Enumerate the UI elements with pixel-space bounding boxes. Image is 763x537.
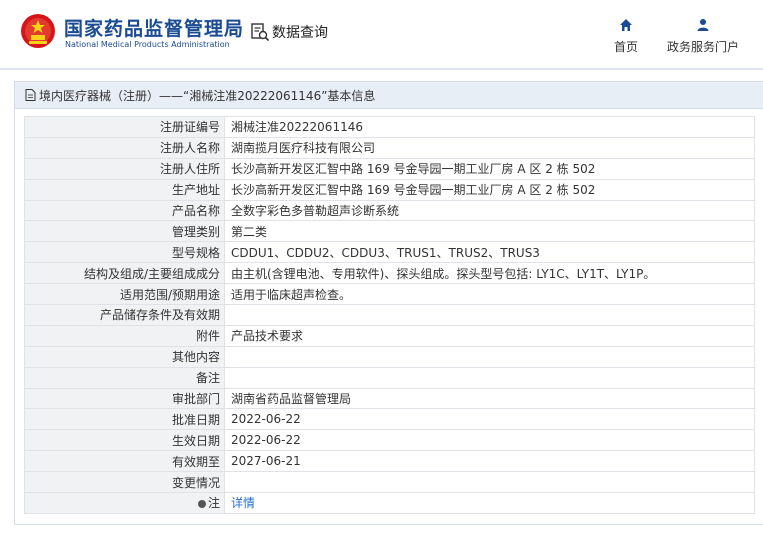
field-value xyxy=(224,345,755,368)
table-row: 生效日期 2022-06-22 xyxy=(24,429,755,452)
field-label: 变更情况 xyxy=(24,471,225,494)
header-divider xyxy=(0,68,763,70)
pin-icon xyxy=(197,499,206,508)
field-value: 全数字彩色多普勒超声诊断系统 xyxy=(224,199,755,222)
panel-header: 境内医疗器械（注册）——“湘械注准20222061146”基本信息 xyxy=(15,82,763,109)
table-row: 型号规格 CDDU1、CDDU2、CDDU3、TRUS1、TRUS2、TRUS3 xyxy=(24,241,755,264)
site-title: 国家药品监督管理局 xyxy=(64,18,245,40)
table-row: 管理类别 第二类 xyxy=(24,220,755,243)
note-label: 注 xyxy=(207,496,220,511)
field-value: 由主机(含锂电池、专用软件)、探头组成。探头型号包括: LY1C、LY1T、LY… xyxy=(224,262,755,285)
field-value: 适用于临床超声检查。 xyxy=(224,283,755,306)
nav-portal-label: 政务服务门户 xyxy=(666,40,739,54)
site-header: 国家药品监督管理局 National Medical Products Admi… xyxy=(0,0,763,68)
field-label: 结构及组成/主要组成成分 xyxy=(24,262,225,285)
field-value: 湘械注准20222061146 xyxy=(224,116,755,138)
nav-home[interactable]: 首页 xyxy=(608,18,644,55)
field-label: 批准日期 xyxy=(24,408,225,431)
table-row: 产品名称 全数字彩色多普勒超声诊断系统 xyxy=(24,199,755,222)
table-row: 注册人名称 湖南揽月医疗科技有限公司 xyxy=(24,136,755,159)
field-label: 产品名称 xyxy=(24,199,225,222)
table-row: 变更情况 xyxy=(24,471,755,494)
table-row: 备注 xyxy=(24,366,755,389)
field-value: 湖南省药品监督管理局 xyxy=(224,387,755,410)
search-document-icon xyxy=(251,23,270,42)
field-label: 产品储存条件及有效期 xyxy=(24,304,225,326)
field-label: 附件 xyxy=(24,324,225,347)
table-row: 生产地址 长沙高新开发区汇智中路 169 号金导园一期工业厂房 A 区 2 栋 5… xyxy=(24,178,755,201)
field-value: 第二类 xyxy=(224,220,755,243)
field-label: 注册人名称 xyxy=(24,136,225,159)
field-label: 审批部门 xyxy=(24,387,225,410)
table-row: 审批部门 湖南省药品监督管理局 xyxy=(24,387,755,410)
info-table: 注册证编号 湘械注准20222061146 注册人名称 湖南揽月医疗科技有限公司 注册人… xyxy=(24,116,755,514)
nav-government-portal[interactable]: 政务服务门户 xyxy=(660,18,746,55)
field-value: 2022-06-22 xyxy=(224,429,755,452)
data-query-label: 数据查询 xyxy=(272,25,328,41)
table-row: 注册证编号 湘械注准20222061146 xyxy=(24,116,755,138)
field-label: 适用范围/预期用途 xyxy=(24,283,225,306)
field-label: 管理类别 xyxy=(24,220,225,243)
table-row: 适用范围/预期用途 适用于临床超声检查。 xyxy=(24,283,755,306)
field-label: 型号规格 xyxy=(24,241,225,264)
field-label: 其他内容 xyxy=(24,345,225,368)
table-row: 注册人住所 长沙高新开发区汇智中路 169 号金导园一期工业厂房 A 区 2 栋 … xyxy=(24,157,755,180)
table-row-note: 注详情 xyxy=(24,492,755,514)
data-query-link[interactable]: 数据查询 xyxy=(250,22,328,42)
national-emblem-icon xyxy=(21,14,55,48)
table-row: 结构及组成/主要组成成分 由主机(含锂电池、专用软件)、探头组成。探头型号包括: … xyxy=(24,262,755,285)
home-icon xyxy=(620,19,632,31)
note-label-cell: 注 xyxy=(24,492,225,514)
field-value: 湖南揽月医疗科技有限公司 xyxy=(224,136,755,159)
table-row: 有效期至 2027-06-21 xyxy=(24,450,755,473)
field-value: 2027-06-21 xyxy=(224,450,755,473)
field-label: 生产地址 xyxy=(24,178,225,201)
field-value: 2022-06-22 xyxy=(224,408,755,431)
field-value: CDDU1、CDDU2、CDDU3、TRUS1、TRUS2、TRUS3 xyxy=(224,241,755,264)
field-value xyxy=(224,366,755,389)
breadcrumb: 境内医疗器械（注册）——“湘械注准20222061146”基本信息 xyxy=(39,88,376,103)
nav-home-label: 首页 xyxy=(613,40,638,54)
field-label: 备注 xyxy=(24,366,225,389)
field-value: 产品技术要求 xyxy=(224,324,755,347)
info-panel: 境内医疗器械（注册）——“湘械注准20222061146”基本信息 注册证编号湘… xyxy=(14,81,763,525)
field-label: 有效期至 xyxy=(24,450,225,473)
user-icon xyxy=(697,19,709,31)
field-label: 注册证编号 xyxy=(24,116,225,138)
table-row: 附件 产品技术要求 xyxy=(24,324,755,347)
details-link[interactable]: 详情 xyxy=(231,496,255,510)
table-row: 产品储存条件及有效期 xyxy=(24,304,755,326)
field-value xyxy=(224,471,755,494)
field-value xyxy=(224,304,755,326)
document-icon xyxy=(25,89,36,101)
field-value: 长沙高新开发区汇智中路 169 号金导园一期工业厂房 A 区 2 栋 502 xyxy=(224,178,755,201)
field-label: 生效日期 xyxy=(24,429,225,452)
table-row: 其他内容 xyxy=(24,345,755,368)
note-value-cell: 详情 xyxy=(224,492,755,514)
field-label: 注册人住所 xyxy=(24,157,225,180)
table-row: 批准日期 2022-06-22 xyxy=(24,408,755,431)
site-subtitle: National Medical Products Administration xyxy=(65,40,230,49)
field-value: 长沙高新开发区汇智中路 169 号金导园一期工业厂房 A 区 2 栋 502 xyxy=(224,157,755,180)
